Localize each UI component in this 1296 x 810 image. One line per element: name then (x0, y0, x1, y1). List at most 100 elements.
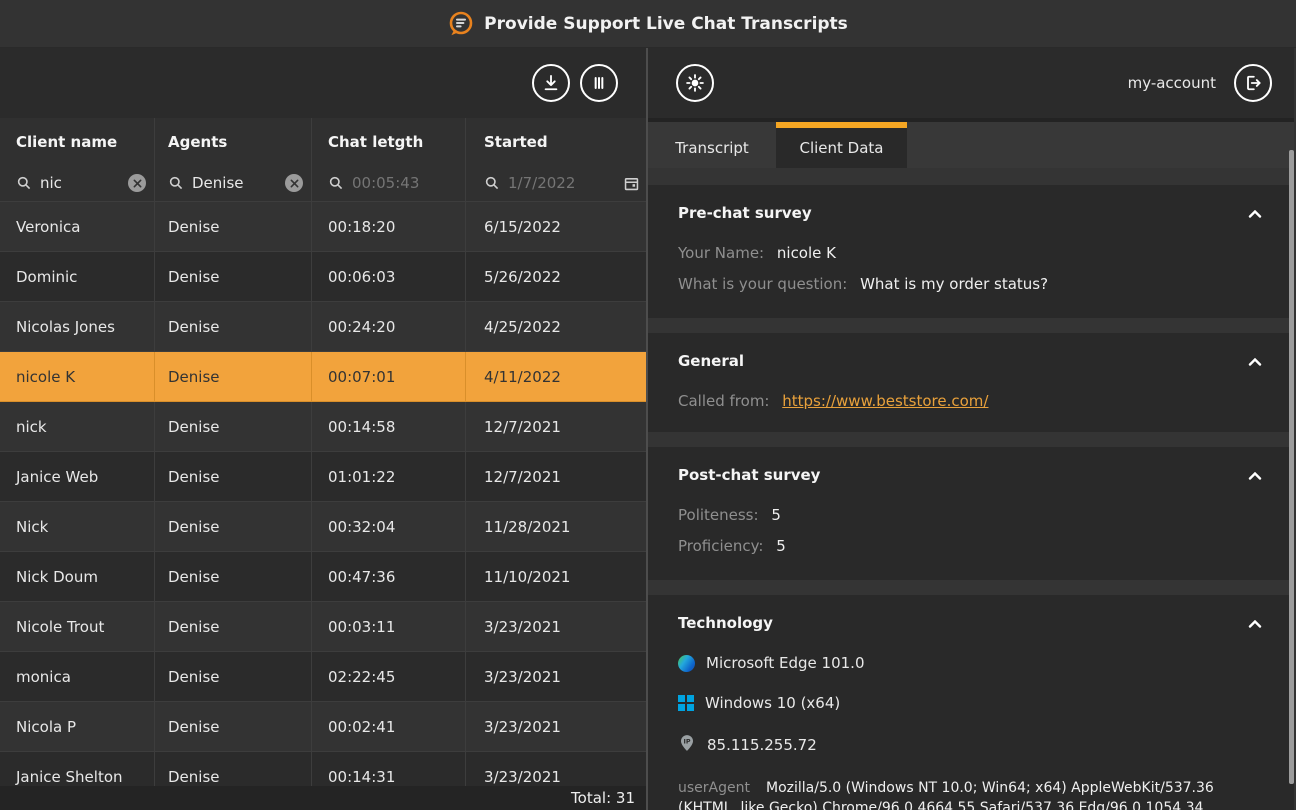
section-title: Pre-chat survey (678, 204, 812, 222)
left-toolbar (0, 48, 646, 118)
windows-icon (678, 695, 694, 711)
field-called-from: Called from: https://www.beststore.com/ (678, 392, 1264, 410)
right-toolbar: my-account (648, 48, 1294, 118)
cell-agent: Denise (155, 652, 312, 702)
cell-started: 3/23/2021 (466, 752, 646, 786)
cell-chat-length: 00:03:11 (312, 602, 466, 652)
browser-info: Microsoft Edge 101.0 (678, 654, 1264, 672)
search-icon (328, 175, 344, 191)
cell-client-name: Nicolas Jones (0, 302, 155, 352)
table-row[interactable]: Nicolas Jones Denise 00:24:20 4/25/2022 (0, 302, 646, 352)
client-name-filter-input[interactable] (40, 174, 128, 192)
details-tabbar: Transcript Client Data (648, 122, 1294, 168)
collapse-chevron-icon[interactable] (1246, 612, 1264, 634)
agents-filter (155, 165, 312, 201)
started-filter-input[interactable] (508, 174, 623, 192)
clear-filter-button[interactable] (285, 174, 303, 192)
settings-button[interactable] (676, 64, 714, 102)
table-row[interactable]: Nick Doum Denise 00:47:36 11/10/2021 (0, 552, 646, 602)
column-header-client-name[interactable]: Client name (0, 118, 155, 165)
field-question: What is your question: What is my order … (678, 275, 1264, 293)
cell-started: 3/23/2021 (466, 702, 646, 752)
table-body: Veronica Denise 00:18:20 6/15/2022 Domin… (0, 202, 646, 786)
pre-chat-survey-section: Pre-chat survey Your Name: nicole K What… (648, 185, 1294, 318)
edge-browser-icon (678, 655, 695, 672)
table-row[interactable]: nicole K Denise 00:07:01 4/11/2022 (0, 352, 646, 402)
section-title: General (678, 352, 744, 370)
cell-agent: Denise (155, 552, 312, 602)
technology-section: Technology Microsoft Edge 101.0 Windows … (648, 595, 1294, 810)
field-proficiency: Proficiency: 5 (678, 537, 1264, 555)
cell-started: 11/10/2021 (466, 552, 646, 602)
search-icon (16, 175, 32, 191)
called-from-link[interactable]: https://www.beststore.com/ (782, 392, 988, 410)
cell-started: 3/23/2021 (466, 602, 646, 652)
table-row[interactable]: Veronica Denise 00:18:20 6/15/2022 (0, 202, 646, 252)
cell-agent: Denise (155, 602, 312, 652)
tab-client-data[interactable]: Client Data (776, 122, 907, 168)
cell-client-name: nicole K (0, 352, 155, 402)
section-title: Post-chat survey (678, 466, 820, 484)
column-header-agents[interactable]: Agents (155, 118, 312, 165)
cell-started: 11/28/2021 (466, 502, 646, 552)
gear-icon (685, 73, 705, 93)
cell-client-name: nick (0, 402, 155, 452)
columns-button[interactable] (580, 64, 618, 102)
cell-agent: Denise (155, 302, 312, 352)
cell-agent: Denise (155, 452, 312, 502)
cell-started: 12/7/2021 (466, 452, 646, 502)
cell-chat-length: 02:22:45 (312, 652, 466, 702)
cell-agent: Denise (155, 402, 312, 452)
cell-started: 4/25/2022 (466, 302, 646, 352)
table-row[interactable]: Dominic Denise 00:06:03 5/26/2022 (0, 252, 646, 302)
tab-transcript[interactable]: Transcript (648, 122, 776, 168)
calendar-icon (623, 175, 640, 192)
table-row[interactable]: Nicola P Denise 00:02:41 3/23/2021 (0, 702, 646, 752)
cell-chat-length: 00:18:20 (312, 202, 466, 252)
search-icon (484, 175, 500, 191)
column-header-chat-length[interactable]: Chat letgth (312, 118, 466, 165)
chat-length-filter-input[interactable] (352, 174, 457, 192)
table-row[interactable]: Janice Shelton Denise 00:14:31 3/23/2021 (0, 752, 646, 786)
general-section: General Called from: https://www.beststo… (648, 333, 1294, 432)
clear-filter-button[interactable] (128, 174, 146, 192)
svg-text:IP: IP (683, 737, 690, 745)
cell-chat-length: 00:14:58 (312, 402, 466, 452)
ip-info: IP 85.115.255.72 (678, 734, 1264, 756)
cell-agent: Denise (155, 252, 312, 302)
logout-icon (1243, 73, 1263, 93)
table-row[interactable]: Nicole Trout Denise 00:03:11 3/23/2021 (0, 602, 646, 652)
cell-client-name: Nick Doum (0, 552, 155, 602)
cell-chat-length: 00:14:31 (312, 752, 466, 786)
download-button[interactable] (532, 64, 570, 102)
cell-chat-length: 01:01:22 (312, 452, 466, 502)
table-row[interactable]: monica Denise 02:22:45 3/23/2021 (0, 652, 646, 702)
table-row[interactable]: Nick Denise 00:32:04 11/28/2021 (0, 502, 646, 552)
account-name[interactable]: my-account (1128, 74, 1216, 92)
cell-chat-length: 00:02:41 (312, 702, 466, 752)
cell-agent: Denise (155, 502, 312, 552)
chat-length-filter (312, 165, 466, 201)
collapse-chevron-icon[interactable] (1246, 202, 1264, 224)
column-header-started[interactable]: Started (466, 118, 648, 165)
search-icon (168, 175, 184, 191)
table-row[interactable]: nick Denise 00:14:58 12/7/2021 (0, 402, 646, 452)
cell-client-name: Nick (0, 502, 155, 552)
collapse-chevron-icon[interactable] (1246, 464, 1264, 486)
agents-filter-input[interactable] (192, 174, 285, 192)
cell-agent: Denise (155, 202, 312, 252)
cell-client-name: Veronica (0, 202, 155, 252)
vertical-scrollbar[interactable] (1289, 150, 1294, 784)
table-filter-row (0, 165, 646, 202)
calendar-button[interactable] (623, 175, 640, 192)
columns-icon (589, 73, 609, 93)
post-chat-survey-section: Post-chat survey Politeness: 5 Proficien… (648, 447, 1294, 580)
table-row[interactable]: Janice Web Denise 01:01:22 12/7/2021 (0, 452, 646, 502)
page-title: Provide Support Live Chat Transcripts (484, 14, 848, 34)
details-pane: my-account Transcript Client Data Pre-ch… (648, 48, 1294, 810)
logout-button[interactable] (1234, 64, 1272, 102)
cell-chat-length: 00:32:04 (312, 502, 466, 552)
transcripts-list-pane: Client name Agents Chat letgth Started (0, 48, 648, 810)
collapse-chevron-icon[interactable] (1246, 350, 1264, 372)
user-agent: userAgentMozilla/5.0 (Windows NT 10.0; W… (678, 778, 1243, 810)
